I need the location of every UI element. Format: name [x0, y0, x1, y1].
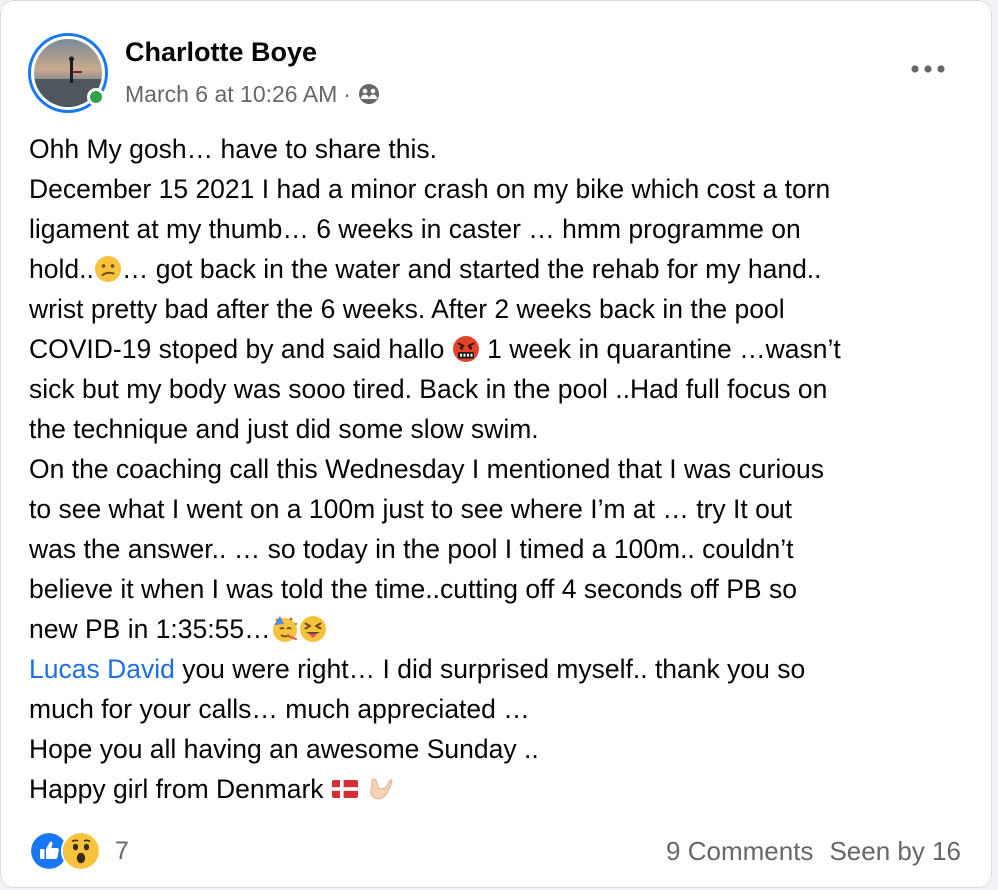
friends-audience-icon[interactable] — [357, 82, 381, 106]
comments-count-link[interactable]: 9 Comments — [666, 836, 813, 867]
post-line: the technique and just did some slow swi… — [29, 414, 539, 444]
denmark-flag-icon — [331, 780, 358, 798]
squinting-tongue-face-icon — [299, 616, 326, 642]
more-options-button[interactable] — [906, 49, 950, 89]
post-line: Lucas David you were right… I did surpri… — [29, 649, 974, 689]
post-line: December 15 2021 I had a minor crash on … — [29, 174, 831, 204]
post-line: sick but my body was sooo tired. Back in… — [29, 374, 828, 404]
post-line: much for your calls… much appreciated … — [29, 694, 530, 724]
post-line: Hope you all having an awesome Sunday .. — [29, 734, 539, 764]
post-line: believe it when I was told the time..cut… — [29, 574, 797, 604]
post-line: ligament at my thumb… 6 weeks in caster … — [29, 214, 801, 244]
post-stats: 9 Comments Seen by 16 — [666, 831, 961, 871]
mention-link-lucas-david[interactable]: Lucas David — [29, 654, 175, 684]
post-text-fragment: 1 week in quarantine …wasn’t — [479, 334, 841, 364]
post-card: Charlotte Boye March 6 at 10:26 AM · Ohh… — [0, 0, 992, 888]
reaction-count: 7 — [115, 836, 129, 865]
post-line: was the answer.. … so today in the pool … — [29, 534, 794, 564]
more-horizontal-icon — [911, 65, 945, 73]
call-me-hand-icon — [370, 778, 393, 800]
post-text-fragment: … got back in the water and started the … — [121, 254, 822, 284]
post-line: Happy girl from Denmark — [29, 769, 974, 809]
post-meta: March 6 at 10:26 AM · — [125, 79, 381, 109]
author-name[interactable]: Charlotte Boye — [125, 37, 317, 68]
online-status-dot — [87, 88, 105, 106]
post-line: hold.. … got back in the water and start… — [29, 249, 974, 289]
partying-face-icon — [272, 616, 297, 642]
meta-separator: · — [343, 80, 351, 107]
post-text-fragment: you were right… I did surprised myself..… — [174, 654, 806, 684]
post-line: new PB in 1:35:55… — [29, 609, 974, 649]
post-text: Ohh My gosh… have to share this. Decembe… — [29, 129, 974, 809]
post-text-fragment: Happy girl from Denmark — [29, 774, 324, 804]
post-line: COVID-19 stoped by and said hallo 1 week… — [29, 329, 974, 369]
swearing-face-icon — [452, 336, 479, 362]
post-line: On the coaching call this Wednesday I me… — [29, 454, 824, 484]
confused-face-icon — [94, 256, 121, 282]
reaction-summary[interactable]: 7 — [29, 831, 129, 871]
wow-reaction-icon — [61, 831, 101, 871]
post-text-fragment: new PB in 1:35:55… — [29, 614, 271, 644]
post-text-fragment: COVID-19 stoped by and said hallo — [29, 334, 445, 364]
post-text-fragment: hold.. — [29, 254, 94, 284]
post-line: wrist pretty bad after the 6 weeks. Afte… — [29, 294, 785, 324]
post-timestamp[interactable]: March 6 at 10:26 AM — [125, 81, 337, 108]
post-line: Ohh My gosh… have to share this. — [29, 134, 438, 164]
seen-by-link[interactable]: Seen by 16 — [829, 836, 961, 867]
post-line: to see what I went on a 100m just to see… — [29, 494, 792, 524]
